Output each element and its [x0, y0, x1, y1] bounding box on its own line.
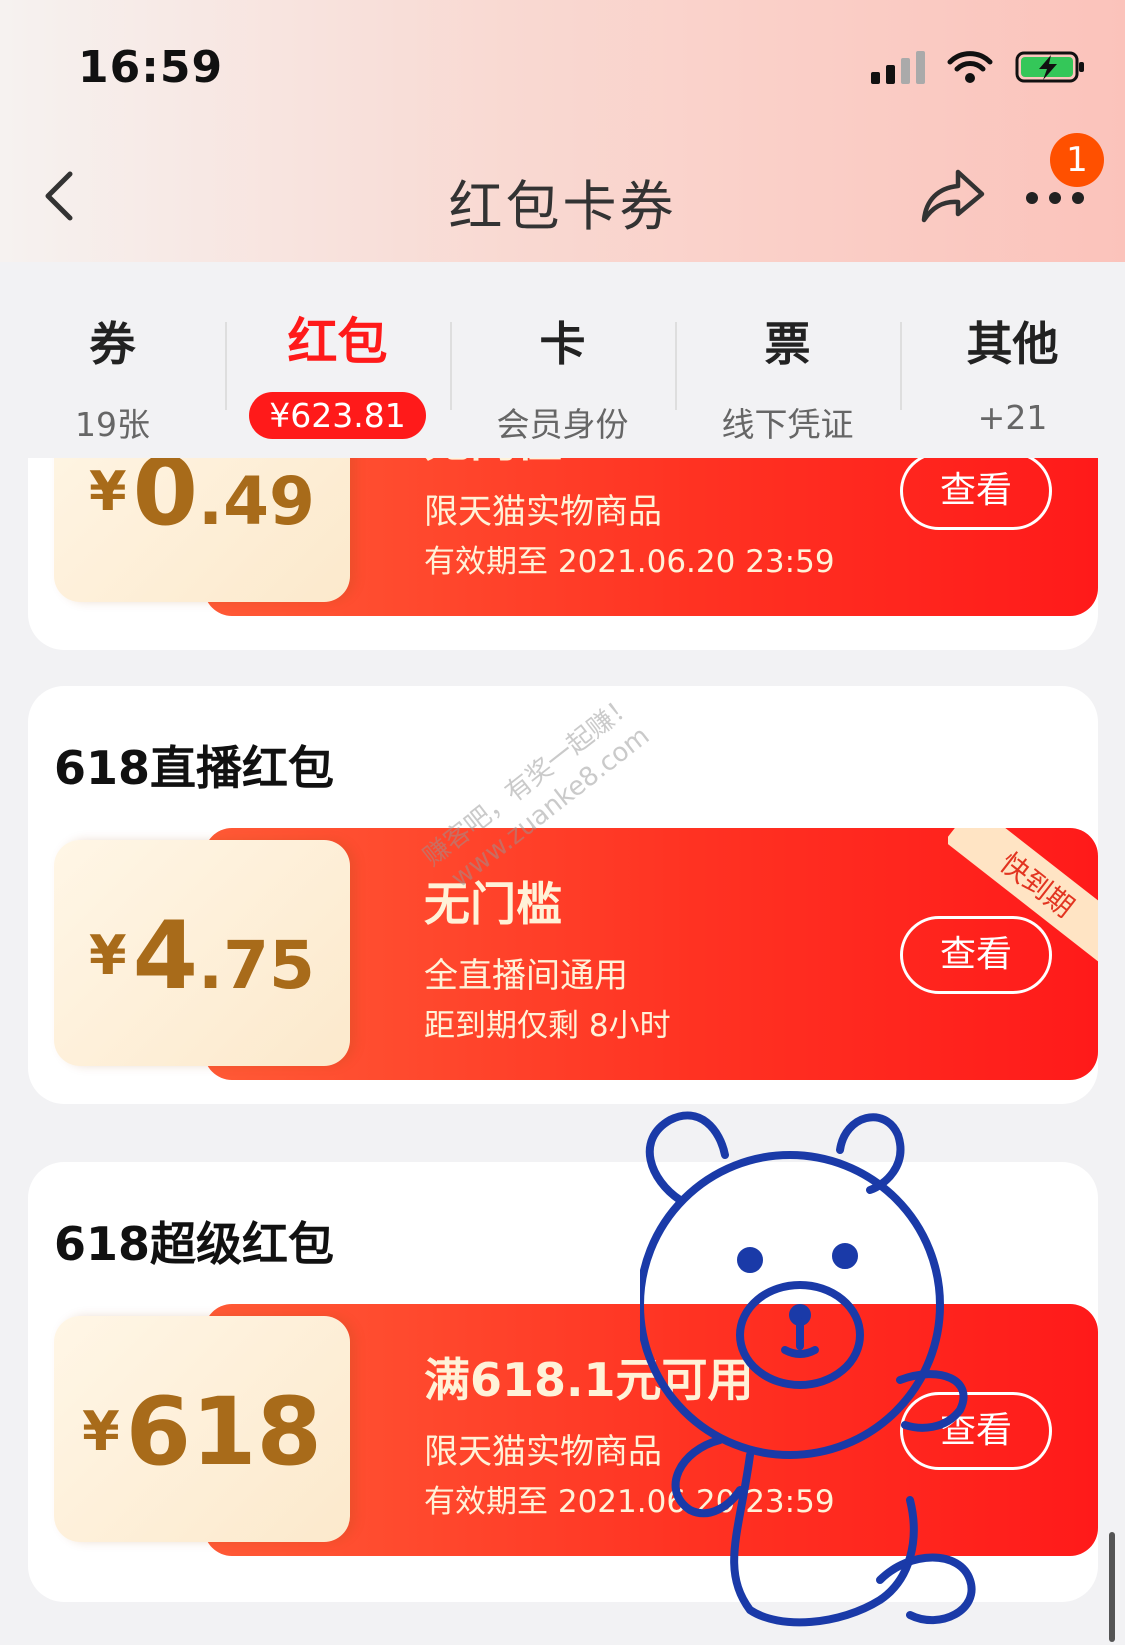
red-packet-total-badge: ¥623.81 — [249, 392, 426, 439]
coupon-countdown: 距到期仅剩 8小时 — [424, 1008, 671, 1044]
coupon-amount: ¥4.75 — [89, 902, 315, 1011]
section-title: 618直播红包 — [54, 741, 335, 795]
amount-box: ¥618 — [54, 1316, 350, 1542]
cellular-signal-icon — [871, 50, 925, 84]
tab-title: 其他 — [966, 317, 1059, 371]
tab-count: +21 — [977, 398, 1048, 437]
coupon-condition: 无门槛 — [424, 458, 562, 470]
tab-title: 红包 — [287, 313, 388, 371]
red-packet-card: ¥0.49 无门槛 限天猫实物商品 有效期至 2021.06.20 23:59 … — [28, 458, 1098, 650]
notification-badge: 1 — [1050, 133, 1104, 187]
section-title: 618超级红包 — [54, 1217, 335, 1271]
tab-others[interactable]: 其他 +21 — [900, 262, 1125, 460]
view-button[interactable]: 查看 — [900, 458, 1052, 530]
coupon: ¥0.49 无门槛 限天猫实物商品 有效期至 2021.06.20 23:59 … — [54, 458, 1098, 616]
more-options-icon[interactable] — [1026, 192, 1084, 204]
top-bar: 16:59 红包卡券 1 — [0, 0, 1125, 262]
status-icons — [871, 50, 1087, 84]
tab-subtitle: 会员身份 — [496, 405, 629, 444]
view-button[interactable]: 查看 — [900, 916, 1052, 994]
coupon-description: 限天猫实物商品 — [424, 1432, 662, 1472]
amount-box: ¥4.75 — [54, 840, 350, 1066]
share-icon[interactable] — [920, 168, 986, 224]
tab-title: 票 — [764, 317, 811, 371]
bear-doodle-icon — [640, 1111, 976, 1627]
coupon-description: 全直播间通用 — [424, 956, 628, 996]
tab-title: 卡 — [539, 317, 586, 371]
tab-tickets[interactable]: 票 线下凭证 — [675, 262, 900, 460]
coupon-amount: ¥618 — [82, 1378, 322, 1487]
tab-cards[interactable]: 卡 会员身份 — [450, 262, 675, 460]
status-time: 16:59 — [78, 42, 224, 93]
tab-count: 19张 — [75, 405, 150, 444]
tab-red-packets[interactable]: 红包 ¥623.81 — [225, 262, 450, 460]
coupon: 快到期 ¥4.75 无门槛 全直播间通用 距到期仅剩 8小时 查看 — [54, 828, 1098, 1080]
tab-coupons[interactable]: 券 19张 — [0, 262, 225, 460]
coupon-description: 限天猫实物商品 — [424, 492, 662, 532]
tab-title: 券 — [89, 317, 136, 371]
tab-subtitle: 线下凭证 — [721, 405, 854, 444]
wifi-icon — [947, 51, 993, 83]
coupon-amount: ¥0.49 — [89, 458, 315, 547]
battery-charging-icon — [1015, 51, 1084, 83]
category-tabs: 券 19张 红包 ¥623.81 卡 会员身份 票 线下凭证 其他 +21 — [0, 262, 1125, 460]
coupon-expiry: 有效期至 2021.06.20 23:59 — [424, 544, 835, 580]
scrollbar[interactable] — [1109, 1532, 1115, 1642]
amount-box: ¥0.49 — [54, 458, 350, 602]
